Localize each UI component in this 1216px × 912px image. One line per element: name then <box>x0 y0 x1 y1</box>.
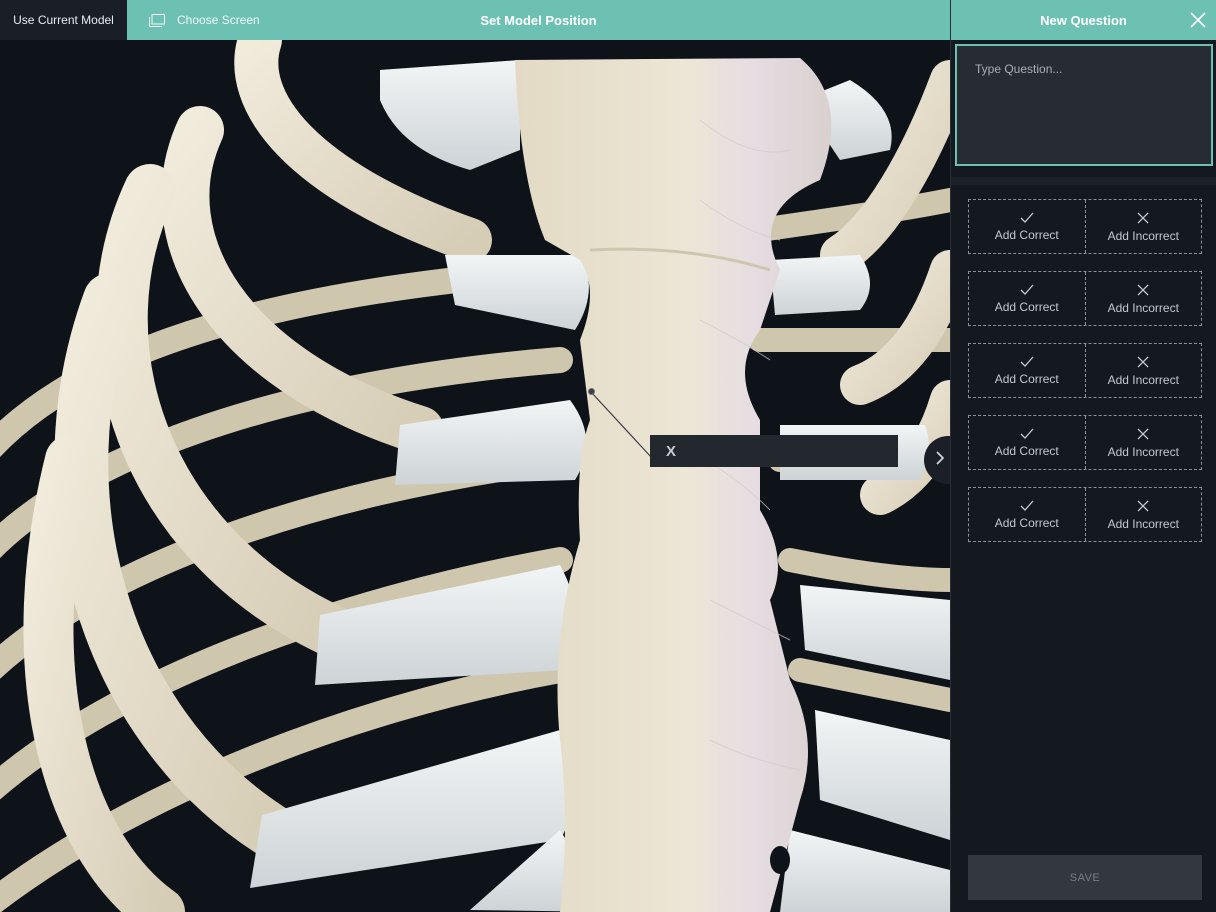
choose-screen-button[interactable]: Choose Screen <box>127 0 260 40</box>
question-input[interactable] <box>955 44 1213 166</box>
add-correct-button[interactable]: Add Correct <box>969 344 1085 397</box>
label-anchor-dot[interactable] <box>588 388 595 395</box>
answer-row: Add Correct Add Incorrect <box>968 343 1202 398</box>
add-correct-button[interactable]: Add Correct <box>969 272 1085 325</box>
top-toolbar: Use Current Model Choose Screen Set Mode… <box>0 0 950 40</box>
answer-row: Add Correct Add Incorrect <box>968 487 1202 542</box>
panel-header: New Question <box>951 0 1216 40</box>
panel-title: New Question <box>1040 12 1127 28</box>
chevron-right-icon <box>935 450 945 470</box>
check-icon <box>1020 212 1034 224</box>
x-icon <box>1136 211 1150 225</box>
check-icon <box>1020 428 1034 440</box>
add-correct-button[interactable]: Add Correct <box>969 200 1085 253</box>
save-button[interactable]: SAVE <box>968 855 1202 900</box>
question-wrap <box>951 40 1216 175</box>
answer-row: Add Correct Add Incorrect <box>968 271 1202 326</box>
add-incorrect-label: Add Incorrect <box>1107 516 1179 531</box>
answer-list: Add Correct Add Incorrect Add Correct Ad… <box>951 185 1216 542</box>
check-icon <box>1020 356 1034 368</box>
save-label: SAVE <box>1069 871 1101 884</box>
check-icon <box>1020 284 1034 296</box>
use-current-model-label: Use Current Model <box>13 13 114 27</box>
x-icon <box>1136 499 1150 513</box>
add-correct-label: Add Correct <box>994 371 1059 386</box>
add-incorrect-button[interactable]: Add Incorrect <box>1084 488 1202 541</box>
close-icon <box>1186 12 1210 36</box>
add-incorrect-label: Add Incorrect <box>1107 444 1179 459</box>
use-current-model-button[interactable]: Use Current Model <box>0 0 127 40</box>
add-incorrect-label: Add Incorrect <box>1107 300 1179 315</box>
x-icon <box>1136 355 1150 369</box>
add-correct-label: Add Correct <box>994 515 1059 530</box>
add-correct-label: Add Correct <box>994 443 1059 458</box>
add-incorrect-button[interactable]: Add Incorrect <box>1084 416 1202 469</box>
add-incorrect-button[interactable]: Add Incorrect <box>1084 200 1202 253</box>
question-panel: New Question Add Correct Add Incorrect <box>950 0 1216 912</box>
answer-row: Add Correct Add Incorrect <box>968 415 1202 470</box>
model-viewport[interactable] <box>0 40 950 912</box>
add-correct-button[interactable]: Add Correct <box>969 488 1085 541</box>
model-label-tag[interactable]: X <box>650 435 898 467</box>
app-root: Use Current Model Choose Screen Set Mode… <box>0 0 1216 912</box>
add-incorrect-label: Add Incorrect <box>1107 372 1179 387</box>
choose-screen-label: Choose Screen <box>177 13 260 27</box>
toolbar-teal-bar: Choose Screen Set Model Position <box>127 0 950 40</box>
screen-icon <box>149 13 165 27</box>
add-correct-label: Add Correct <box>994 299 1059 314</box>
close-button[interactable] <box>1186 8 1210 32</box>
model-label-text: X <box>666 442 677 460</box>
x-icon <box>1136 427 1150 441</box>
add-incorrect-button[interactable]: Add Incorrect <box>1084 344 1202 397</box>
check-icon <box>1020 500 1034 512</box>
rib-cage-model <box>0 40 950 912</box>
add-incorrect-label: Add Incorrect <box>1107 228 1179 243</box>
answer-row: Add Correct Add Incorrect <box>968 199 1202 254</box>
panel-divider <box>951 177 1216 185</box>
add-correct-label: Add Correct <box>994 227 1059 242</box>
x-icon <box>1136 283 1150 297</box>
add-incorrect-button[interactable]: Add Incorrect <box>1084 272 1202 325</box>
add-correct-button[interactable]: Add Correct <box>969 416 1085 469</box>
